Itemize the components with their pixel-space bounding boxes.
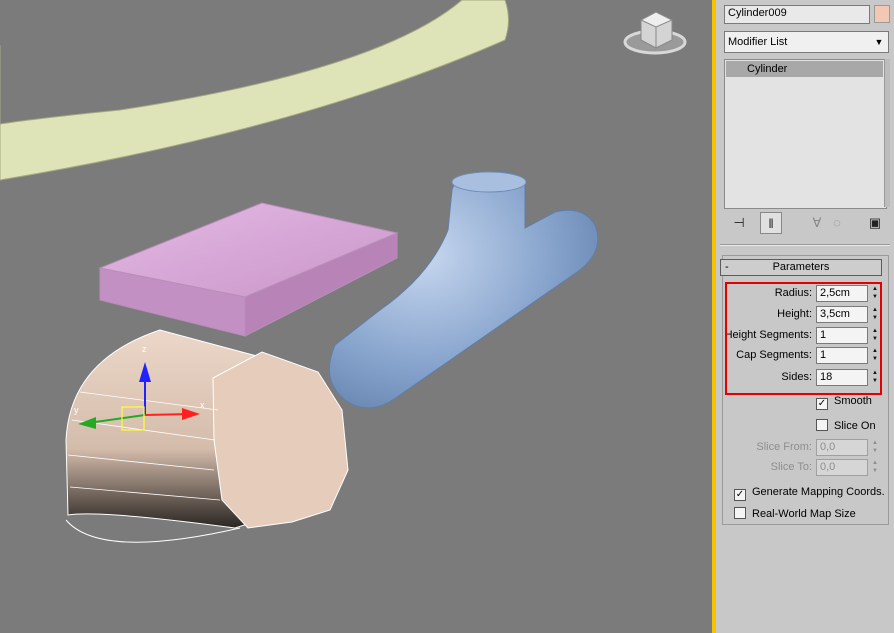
slice-on-checkbox[interactable]: Slice On [816,419,876,432]
slice-from-spinner[interactable]: ▲ ▼ [870,439,880,456]
real-world-map-check-box[interactable] [734,507,746,519]
rollout-title: Parameters [772,261,830,273]
svg-text:y: y [74,405,79,415]
smooth-checkbox[interactable]: ✓ Smooth [816,395,872,410]
perspective-viewport[interactable]: z x y [0,0,712,633]
slice-to-label: Slice To: [770,461,812,473]
chevron-down-icon[interactable]: ▼ [872,34,886,50]
command-panel: Cylinder009 Modifier List ▼ Cylinder ⊣ ‖… [716,0,894,633]
generate-mapping-checkbox[interactable]: ✓ Generate Mapping Coords. [734,486,885,501]
viewport-scene: z x y [0,0,687,543]
collapse-icon[interactable]: - [725,260,729,275]
cylinder-object [65,329,349,543]
object-name-field[interactable]: Cylinder009 [724,5,870,24]
parameters-highlight-box [725,282,882,395]
pin-stack-icon[interactable]: ⊣ [728,212,750,234]
make-unique-icon[interactable]: ∀ [806,212,828,234]
panel-separator [720,244,890,246]
smooth-label: Smooth [834,395,872,407]
slice-from-row: Slice From: 0,0 ▲ ▼ [716,439,894,457]
svg-text:x: x [200,400,205,410]
configure-modifier-sets-icon[interactable]: ▣ [864,212,886,234]
modifier-list-label: Modifier List [728,36,788,48]
torus-object [0,0,509,181]
slice-to-input[interactable]: 0,0 [816,459,868,476]
modifier-list-dropdown[interactable]: Modifier List ▼ [724,31,889,53]
stack-toolbar: ⊣ ‖ ∀ ◌ ▣ [724,212,889,234]
slice-from-label: Slice From: [756,441,812,453]
viewcube-icon [623,11,687,55]
slice-from-input[interactable]: 0,0 [816,439,868,456]
svg-text:z: z [142,344,147,354]
generate-mapping-check-box[interactable]: ✓ [734,489,746,501]
real-world-map-label: Real-World Map Size [752,508,856,520]
slice-on-label: Slice On [834,420,876,432]
capsule-object [328,171,599,409]
slice-on-check-box[interactable] [816,419,828,431]
box-object [98,202,399,337]
real-world-map-checkbox[interactable]: Real-World Map Size [734,507,856,520]
show-end-result-icon[interactable]: ‖ [760,212,782,234]
smooth-check-box[interactable]: ✓ [816,398,828,410]
modifier-stack[interactable]: Cylinder [724,59,887,209]
stack-scrollbar[interactable] [884,59,890,207]
slice-to-spinner[interactable]: ▲ ▼ [870,459,880,476]
slice-to-row: Slice To: 0,0 ▲ ▼ [716,459,894,477]
generate-mapping-label: Generate Mapping Coords. [752,486,885,498]
stack-item-cylinder[interactable]: Cylinder [726,61,883,77]
parameters-rollout-header[interactable]: - Parameters [720,259,882,276]
object-color-swatch[interactable] [874,5,890,23]
remove-modifier-icon[interactable]: ◌ [826,212,848,234]
